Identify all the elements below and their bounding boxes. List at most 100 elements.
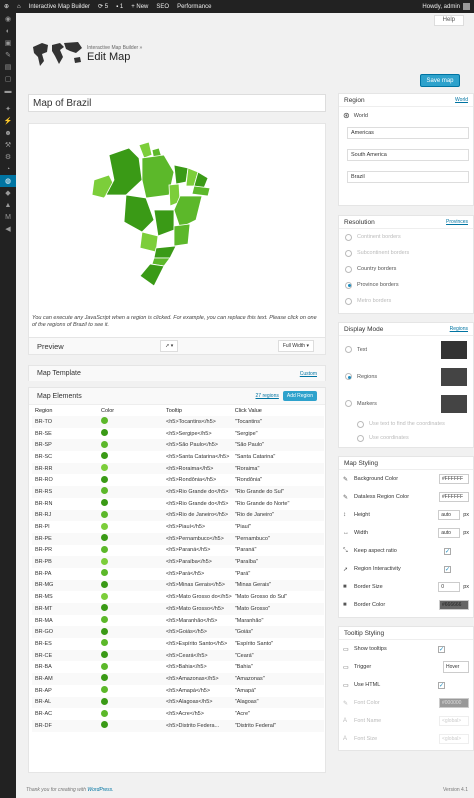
color-swatch[interactable] bbox=[101, 616, 108, 624]
column-tooltip[interactable]: Tooltip bbox=[163, 405, 232, 416]
color-swatch[interactable] bbox=[101, 417, 108, 425]
color-swatch[interactable] bbox=[101, 604, 108, 612]
color-swatch[interactable] bbox=[101, 686, 108, 694]
table-row[interactable]: BR-RO <h5>Rondônia</h5> "Rondônia" bbox=[32, 474, 324, 486]
table-row[interactable]: BR-TO <h5>Tocantins</h5> "Tocantins" bbox=[32, 416, 324, 428]
color-swatch[interactable] bbox=[101, 569, 108, 577]
color-swatch[interactable] bbox=[101, 429, 108, 437]
brazil-map[interactable] bbox=[84, 140, 214, 290]
color-swatch[interactable] bbox=[101, 510, 108, 518]
continent-field[interactable]: Americas bbox=[347, 127, 469, 139]
dataless-color-input[interactable]: #FFFFFF bbox=[439, 492, 469, 502]
font-size-input[interactable]: <global> bbox=[439, 734, 469, 744]
color-swatch[interactable] bbox=[101, 534, 108, 542]
table-row[interactable]: BR-SE <h5>Sergipe</h5> "Sergipe" bbox=[32, 428, 324, 440]
color-swatch[interactable] bbox=[101, 627, 108, 635]
site-name-link[interactable]: Interactive Map Builder bbox=[25, 0, 94, 13]
table-row[interactable]: BR-AP <h5>Amapá</h5> "Amapá" bbox=[32, 685, 324, 697]
color-swatch[interactable] bbox=[101, 522, 108, 530]
account-link[interactable]: Howdy, admin bbox=[418, 0, 474, 13]
preview-width-select[interactable]: Full Width ▾ bbox=[277, 340, 314, 352]
subcontinent-field[interactable]: South America bbox=[347, 149, 469, 161]
table-row[interactable]: BR-AC <h5>Acre</h5> "Acre" bbox=[32, 708, 324, 720]
color-swatch[interactable] bbox=[101, 592, 108, 600]
color-swatch[interactable] bbox=[101, 674, 108, 682]
add-region-button[interactable]: Add Region bbox=[282, 391, 317, 401]
use-coordinates-radio[interactable]: Use coordinates bbox=[345, 431, 467, 445]
color-swatch[interactable] bbox=[101, 487, 108, 495]
updates-link[interactable]: ⟳ 5 bbox=[94, 0, 112, 13]
resolution-province-radio[interactable]: Province borders bbox=[345, 277, 467, 293]
plugin-menu-icon[interactable]: ◆ bbox=[0, 187, 16, 199]
color-swatch[interactable] bbox=[101, 721, 108, 729]
use-text-coordinates-radio[interactable]: Use text to find the coordinates bbox=[345, 417, 467, 431]
performance-icon[interactable]: ◔ bbox=[0, 163, 16, 175]
color-swatch[interactable] bbox=[101, 545, 108, 553]
table-row[interactable]: BR-RN <h5>Rio Grande do</h5> "Rio Grande d… bbox=[32, 498, 324, 510]
map-name-input[interactable]: Map of Brazil bbox=[28, 94, 326, 112]
country-field[interactable]: Brazil bbox=[347, 171, 469, 183]
table-row[interactable]: BR-SP <h5>São Paulo</h5> "São Paulo" bbox=[32, 439, 324, 452]
resolution-country-radio[interactable]: Country borders bbox=[345, 261, 467, 277]
color-swatch[interactable] bbox=[101, 499, 108, 507]
use-html-checkbox[interactable]: ✓ bbox=[438, 681, 445, 689]
column-color[interactable]: Color bbox=[98, 405, 163, 416]
seo-link[interactable]: SEO bbox=[152, 0, 173, 13]
table-row[interactable]: BR-DF <h5>Distrito Federa... "Distrito Fed… bbox=[32, 719, 324, 732]
border-size-input[interactable]: 0 bbox=[438, 582, 461, 592]
pages-icon[interactable]: ▢ bbox=[0, 73, 16, 85]
border-color-input[interactable]: #666666 bbox=[439, 600, 469, 610]
comments-icon[interactable]: ▬ bbox=[0, 85, 16, 97]
table-row[interactable]: BR-RS <h5>Rio Grande do</h5> "Rio Grande d… bbox=[32, 486, 324, 498]
display-markers-radio[interactable]: Markers bbox=[345, 390, 467, 417]
display-mode-regions-link[interactable]: Regions bbox=[450, 326, 468, 332]
column-region[interactable]: Region bbox=[32, 405, 98, 416]
resolution-continent-radio[interactable]: Continent borders bbox=[345, 229, 467, 245]
table-row[interactable]: BR-RJ <h5>Rio de Janeiro</h5> "Rio de Jane… bbox=[32, 509, 324, 522]
color-swatch[interactable] bbox=[101, 452, 108, 460]
table-row[interactable]: BR-MA <h5>Maranhão</h5> "Maranhão" bbox=[32, 615, 324, 627]
media-icon[interactable]: ▤ bbox=[0, 61, 16, 73]
show-tooltips-checkbox[interactable]: ✓ bbox=[438, 645, 445, 653]
wordpress-link[interactable]: WordPress. bbox=[87, 787, 113, 793]
table-row[interactable]: BR-PB <h5>Paraíba</h5> "Paraíba" bbox=[32, 556, 324, 568]
comments-link[interactable]: ▪ 1 bbox=[112, 0, 127, 13]
color-swatch[interactable] bbox=[101, 557, 108, 565]
admin-bar-home-icon[interactable]: ⌂ bbox=[13, 0, 25, 13]
seo-icon[interactable]: ▣ bbox=[0, 37, 16, 49]
table-row[interactable]: BR-BA <h5>Bahia</h5> "Bahia" bbox=[32, 661, 324, 673]
help-button[interactable]: Help bbox=[433, 15, 464, 26]
tools-icon[interactable]: ⚒ bbox=[0, 139, 16, 151]
map-template-custom-link[interactable]: Custom bbox=[300, 371, 317, 377]
wordpress-logo-icon[interactable]: ⊕ bbox=[0, 0, 13, 13]
table-row[interactable]: BR-AM <h5>Amazonas</h5> "Amazonas" bbox=[32, 673, 324, 685]
map-template-header[interactable]: Map Template Custom bbox=[29, 366, 325, 381]
color-swatch[interactable] bbox=[101, 651, 108, 659]
background-color-input[interactable]: #FFFFFF bbox=[439, 474, 469, 484]
table-row[interactable]: BR-RR <h5>Roraima</h5> "Roraima" bbox=[32, 462, 324, 475]
font-name-input[interactable]: <global> bbox=[439, 716, 469, 726]
region-world-link[interactable]: World bbox=[455, 97, 468, 103]
posts-icon[interactable]: ✎ bbox=[0, 49, 16, 61]
users-icon[interactable]: ☻ bbox=[0, 127, 16, 139]
table-row[interactable]: BR-PE <h5>Pernambuco</h5> "Pernambuco" bbox=[32, 532, 324, 545]
color-swatch[interactable] bbox=[101, 697, 108, 705]
table-row[interactable]: BR-PR <h5>Paraná</h5> "Paraná" bbox=[32, 545, 324, 557]
region-count-link[interactable]: 27 regions bbox=[256, 393, 279, 399]
table-row[interactable]: BR-MT <h5>Mato Grosso</h5> "Mato Grosso" bbox=[32, 603, 324, 615]
table-row[interactable]: BR-AL <h5>Alagoas</h5> "Alagoas" bbox=[32, 696, 324, 709]
aspect-ratio-checkbox[interactable]: ✓ bbox=[444, 547, 451, 555]
trigger-select[interactable]: Hover bbox=[443, 661, 469, 673]
resolution-provinces-link[interactable]: Provinces bbox=[446, 219, 468, 225]
color-swatch[interactable] bbox=[101, 475, 108, 483]
height-input[interactable]: auto bbox=[438, 510, 461, 520]
table-row[interactable]: BR-ES <h5>Espírito Santo</h5> "Espírito Sa… bbox=[32, 638, 324, 650]
resolution-metro-radio[interactable]: Metro borders bbox=[345, 293, 467, 309]
save-map-button[interactable]: Save map bbox=[420, 74, 460, 87]
table-row[interactable]: BR-PI <h5>Piauí</h5> "Piauí" bbox=[32, 521, 324, 533]
jetpack-icon[interactable]: ◐ bbox=[0, 25, 16, 37]
display-regions-radio[interactable]: Regions bbox=[345, 363, 467, 390]
plugins-icon[interactable]: ⚡ bbox=[0, 115, 16, 127]
table-row[interactable]: BR-SC <h5>Santa Catarina</h5> "Santa Catar… bbox=[32, 451, 324, 463]
width-input[interactable]: auto bbox=[438, 528, 461, 538]
